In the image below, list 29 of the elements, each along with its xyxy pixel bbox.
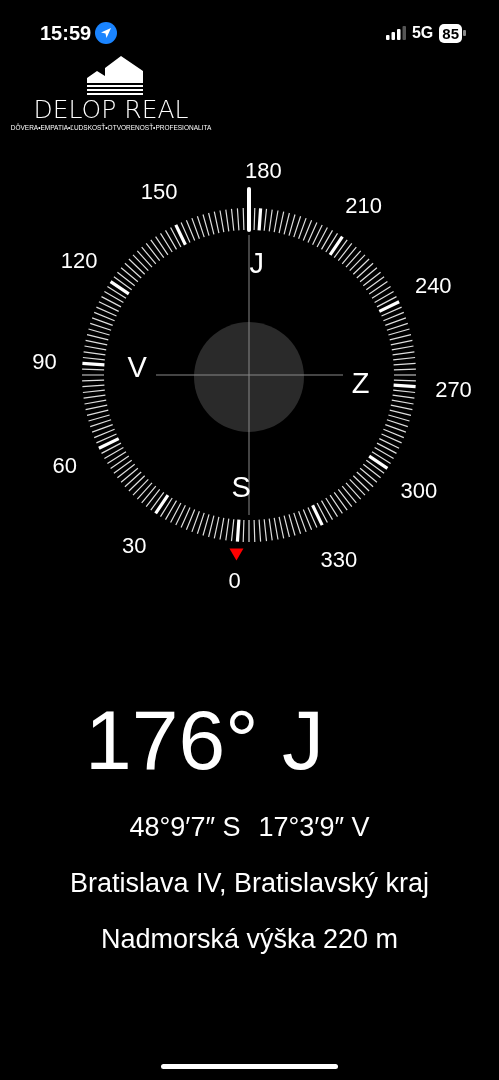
dial-label: 210 (345, 193, 382, 219)
dial-label: 90 (32, 348, 57, 374)
dial-label: 150 (140, 178, 178, 204)
dial-label: 330 (320, 547, 358, 573)
latitude: 48°9′7″ S (129, 811, 241, 844)
battery-badge: 85 (439, 23, 462, 43)
dial-label: 180 (244, 158, 282, 184)
dial-label: 270 (435, 377, 472, 403)
location-name: Bratislava IV, Bratislavský kraj (69, 867, 430, 900)
dial-label: 60 (52, 452, 77, 478)
dial-label: 0 (228, 567, 241, 593)
cardinal-letter: V (127, 351, 147, 384)
cardinal-letter: J (249, 247, 265, 280)
north-pointer-icon (229, 548, 244, 561)
longitude: 17°3′9″ V (258, 811, 370, 844)
network-type: 5G (411, 23, 434, 43)
dial-label: 30 (122, 532, 147, 558)
dial-label: 240 (414, 273, 452, 299)
battery-tip-icon (463, 30, 466, 36)
house-logo-icon (87, 56, 143, 96)
cardinal-letter: Z (351, 366, 370, 399)
signal-icon (385, 26, 406, 40)
logo-name: DELOP REAL (33, 96, 189, 124)
dial-label: 300 (400, 477, 438, 503)
cardinal-letter: S (231, 470, 251, 503)
altitude: Nadmorská výška 220 m (100, 923, 399, 956)
dial-label: 120 (60, 248, 98, 274)
heading-readout: 176° J (84, 692, 325, 789)
status-time: 15:59 (40, 21, 92, 46)
